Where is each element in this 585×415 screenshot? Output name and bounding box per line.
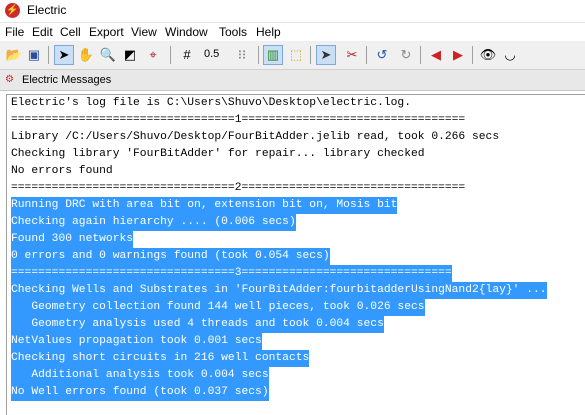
menu-file[interactable]: File [5,25,24,39]
open-folder-icon[interactable]: 📂 [4,45,24,65]
log-line: No errors found [11,165,113,177]
back-arrow-icon[interactable]: ◀ [426,45,446,65]
toolbar-separator [366,46,367,64]
log-line: Electric's log file is C:\Users\Shuvo\De… [11,97,411,109]
log-line: =================================1======… [11,114,466,126]
toolbar: 📂 ▣ ➤ ✋ 🔍 ◩ ⌖ # 0.5 ⁝⁝ ▥ ⬚ ➤ ✂ ↺ ↻ ◀ ▶ 👁… [0,41,585,70]
menu-tools[interactable]: Tools [219,25,247,39]
log-line: NetValues propagation took 0.001 secs [11,333,262,350]
grid-size-value[interactable]: 0.5 [204,48,219,60]
electric-app-icon: ⚡ [5,3,20,18]
toolbar-separator [310,46,311,64]
log-line: Checking Wells and Substrates in 'FourBi… [11,282,547,299]
toolbar-separator [420,46,421,64]
grid-align-icon[interactable]: ⁝⁝ [232,45,252,65]
select-arrow-icon[interactable]: ➤ [54,45,74,65]
full-instance-icon[interactable]: ▥ [263,45,283,65]
menu-view[interactable]: View [131,25,157,39]
log-line: =================================2======… [11,182,466,194]
log-line: Geometry collection found 144 well piece… [11,299,425,316]
log-line: Found 300 networks [11,231,134,248]
save-icon[interactable]: ▣ [24,45,44,65]
grid-icon[interactable]: # [177,45,197,65]
menu-help[interactable]: Help [256,25,281,39]
messages-window-icon: ⚙ [5,74,14,85]
log-text-area[interactable]: Electric's log file is C:\Users\Shuvo\De… [6,94,585,415]
undo-icon[interactable]: ↺ [372,45,392,65]
toolbar-separator [170,46,171,64]
log-line: Library /C:/Users/Shuvo/Desktop/FourBitA… [11,131,500,143]
log-line: Running DRC with area bit on, extension … [11,197,398,214]
menu-cell[interactable]: Cell [60,25,81,39]
selectable-mode-icon[interactable]: ➤ [316,45,336,65]
log-line: Checking library 'FourBitAdder' for repa… [11,148,425,160]
forward-arrow-icon[interactable]: ▶ [448,45,468,65]
menu-edit[interactable]: Edit [32,25,53,39]
messages-window-header: ⚙ Electric Messages [0,70,585,91]
messages-window-title: Electric Messages [22,74,112,86]
menu-export[interactable]: Export [89,25,124,39]
title-bar: ⚡ Electric [0,0,585,23]
log-line: No Well errors found (took 0.037 secs) [11,384,269,401]
log-line: Checking short circuits in 216 well cont… [11,350,310,367]
show-eye-icon[interactable]: 👁 [478,45,498,65]
log-line: Additional analysis took 0.004 secs [11,367,269,384]
log-line: =================================3======… [11,265,452,282]
log-line: 0 errors and 0 warnings found (took 0.05… [11,248,330,265]
pan-hand-icon[interactable]: ✋ [76,45,96,65]
outline-edit-icon[interactable]: ◩ [120,45,140,65]
window-title: Electric [27,3,67,17]
menu-bar: File Edit Cell Export View Window Tools … [0,23,585,41]
toolbar-separator [48,46,49,64]
toolbar-separator [472,46,473,64]
log-line: Geometry analysis used 4 threads and too… [11,316,384,333]
redo-icon[interactable]: ↻ [396,45,416,65]
toolbar-separator [258,46,259,64]
log-line: Checking again hierarchy .... (0.006 sec… [11,214,296,231]
area-select-icon[interactable]: ⬚ [286,45,306,65]
hide-eye-icon[interactable]: ◡ [500,45,520,65]
menu-window[interactable]: Window [165,25,208,39]
measure-icon[interactable]: ⌖ [143,45,163,65]
zoom-magnifier-icon[interactable]: 🔍 [98,45,118,65]
special-select-icon[interactable]: ✂ [342,45,362,65]
